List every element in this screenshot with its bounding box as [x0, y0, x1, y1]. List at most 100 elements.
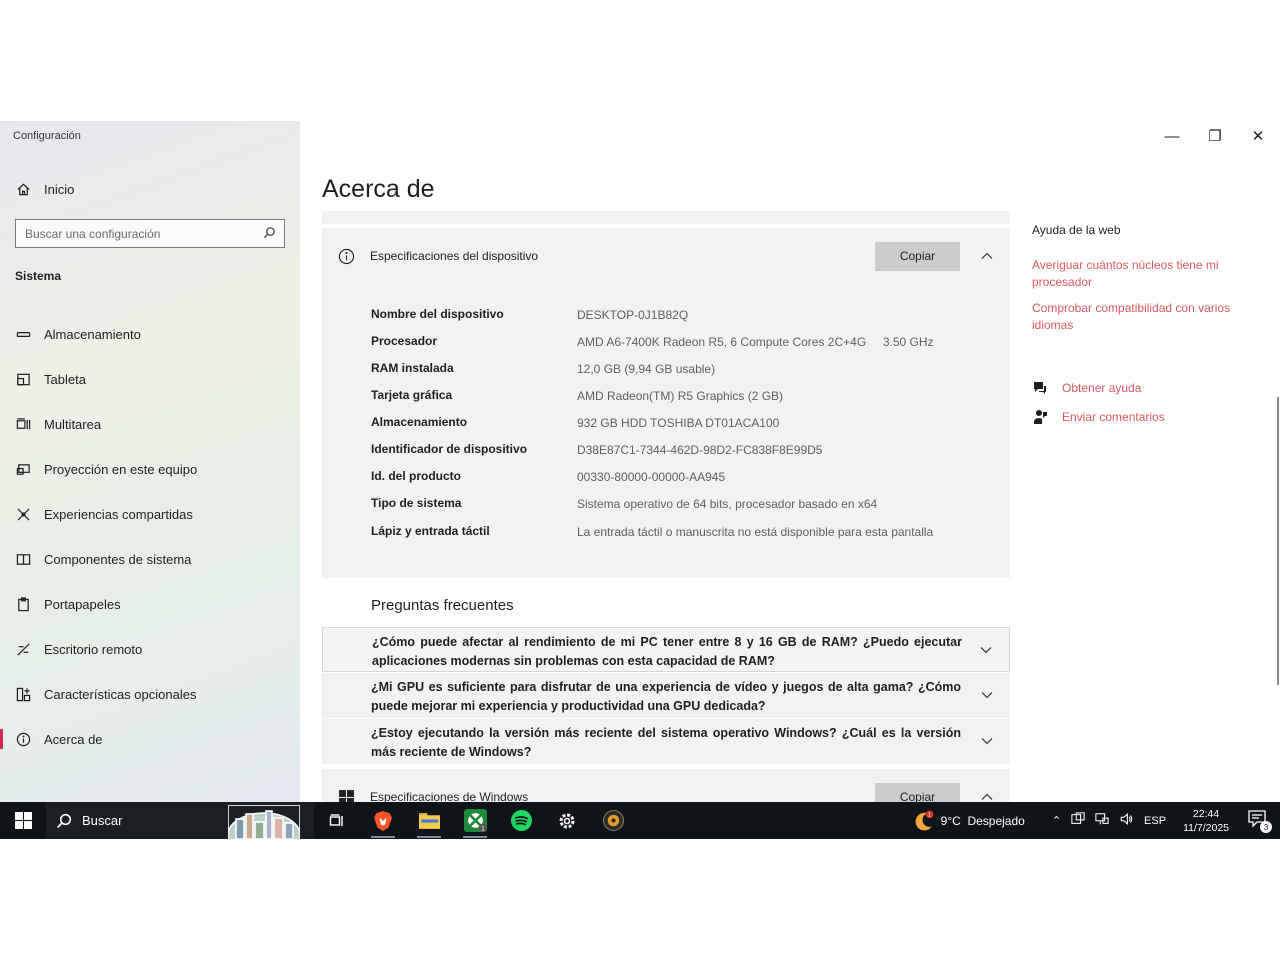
sidebar-item-label: Escritorio remoto	[44, 641, 143, 657]
spec-key: RAM instalada	[371, 361, 454, 375]
minimize-button[interactable]: —	[1152, 125, 1192, 147]
chevron-down-icon	[980, 688, 994, 702]
chevron-up-icon[interactable]: ⌃	[1052, 814, 1061, 827]
sidebar-item-storage[interactable]: Almacenamiento	[0, 319, 300, 349]
multitask-icon	[0, 417, 44, 432]
taskbar-app-spotify[interactable]	[498, 802, 544, 839]
info-icon	[322, 248, 370, 265]
info-icon	[0, 732, 44, 747]
faq-item[interactable]: ¿Estoy ejecutando la versión más recient…	[322, 719, 1010, 764]
spec-row: Procesador AMD A6-7400K Radeon R5, 6 Com…	[371, 334, 971, 351]
restore-button[interactable]: ❐	[1195, 125, 1235, 147]
task-view-button[interactable]	[314, 802, 360, 839]
faq-question: ¿Cómo puede afectar al rendimiento de mi…	[372, 635, 962, 668]
spec-key: Tipo de sistema	[371, 496, 462, 510]
scrollbar[interactable]	[1277, 397, 1279, 685]
sidebar-item-projection[interactable]: Proyección en este equipo	[0, 454, 300, 484]
gear-icon	[559, 813, 575, 828]
volume-icon[interactable]	[1119, 812, 1134, 829]
spec-row: Lápiz y entrada táctil La entrada táctil…	[371, 524, 971, 541]
optional-features-icon	[0, 687, 44, 702]
spec-key: Tarjeta gráfica	[371, 388, 453, 402]
spec-key: Nombre del dispositivo	[371, 307, 504, 321]
app-title: Configuración	[13, 130, 81, 142]
spec-value: La entrada táctil o manuscrita no está d…	[577, 525, 934, 539]
shared-experiences-icon	[0, 507, 44, 522]
help-title: Ayuda de la web	[1032, 223, 1121, 237]
start-button[interactable]	[0, 802, 46, 839]
sidebar-item-multitask[interactable]: Multitarea	[0, 409, 300, 439]
projection-icon	[0, 462, 44, 477]
send-feedback-link[interactable]: Enviar comentarios	[1032, 408, 1165, 426]
help-link-languages[interactable]: Comprobar compatibilidad con varios idio…	[1032, 300, 1262, 334]
nav-home[interactable]: Inicio	[0, 174, 300, 204]
search-icon	[56, 813, 72, 828]
media-player-icon	[602, 810, 624, 831]
search-highlight-icon	[228, 805, 300, 839]
spec-value: AMD A6-7400K Radeon R5, 6 Compute Cores …	[577, 335, 934, 349]
spec-value: 932 GB HDD TOSHIBA DT01ACA100	[577, 416, 780, 430]
spec-row: Tarjeta gráfica AMD Radeon(TM) R5 Graphi…	[371, 388, 971, 405]
taskbar-search[interactable]: Buscar	[46, 802, 314, 839]
taskbar-app-xbox[interactable]: 1	[452, 802, 498, 839]
clipboard-icon	[0, 596, 44, 612]
sidebar-item-tablet[interactable]: Tableta	[0, 364, 300, 394]
get-help-link[interactable]: Obtener ayuda	[1032, 379, 1141, 397]
home-icon	[0, 182, 44, 197]
sidebar-item-about[interactable]: Acerca de	[0, 724, 300, 754]
page-title: Acerca de	[322, 175, 435, 203]
weather-text: 9°C Despejado	[940, 813, 1025, 828]
sidebar-item-remote[interactable]: Escritorio remoto	[0, 634, 300, 664]
spec-key: Lápiz y entrada táctil	[371, 524, 490, 538]
chevron-up-icon[interactable]	[980, 249, 994, 263]
spec-value: 12,0 GB (9,94 GB usable)	[577, 362, 716, 376]
sidebar-item-components[interactable]: Componentes de sistema	[0, 544, 300, 574]
device-specs-title: Especificaciones del dispositivo	[370, 249, 539, 263]
taskbar-app-media[interactable]	[590, 802, 636, 839]
taskbar-clock[interactable]: 22:44 11/7/2025	[1183, 807, 1229, 835]
taskbar-app-settings[interactable]	[544, 802, 590, 839]
settings-search-input[interactable]: Buscar una configuración	[15, 219, 285, 248]
weather-icon: 1	[915, 810, 933, 830]
sidebar-item-shared[interactable]: Experiencias compartidas	[0, 499, 300, 529]
faq-item[interactable]: ¿Mi GPU es suficiente para disfrutar de …	[322, 673, 1010, 718]
xbox-icon: 1	[463, 809, 487, 832]
sidebar-item-clipboard[interactable]: Portapapeles	[0, 589, 300, 619]
desktop-screen: Configuración Inicio Buscar una configur…	[0, 121, 1280, 839]
weather-widget[interactable]: 1 9°C Despejado	[913, 810, 1025, 832]
system-tray: 1 9°C Despejado ⌃ ESP 22:44 11/7/2025 3	[913, 802, 1280, 839]
copy-device-specs-button[interactable]: Copiar	[875, 241, 960, 271]
language-indicator[interactable]: ESP	[1144, 815, 1166, 827]
spotify-icon	[510, 810, 532, 831]
scrolled-section-edge	[322, 211, 1010, 224]
system-components-icon	[0, 552, 44, 567]
search-icon	[263, 226, 276, 242]
spec-key: Procesador	[371, 334, 438, 348]
sidebar-item-optional[interactable]: Características opcionales	[0, 679, 300, 709]
close-button[interactable]: ✕	[1238, 125, 1278, 147]
device-specs-header[interactable]: Especificaciones del dispositivo Copiar	[322, 228, 1010, 284]
storage-icon	[0, 327, 44, 342]
spec-row: RAM instalada 12,0 GB (9,94 GB usable)	[371, 361, 971, 378]
clock-time: 22:44	[1192, 807, 1220, 820]
meet-now-icon[interactable]	[1071, 812, 1085, 829]
tablet-icon	[0, 372, 44, 387]
windows-logo-icon	[14, 812, 32, 829]
taskbar-app-brave[interactable]	[360, 802, 406, 839]
spec-value: 00330-80000-00000-AA945	[577, 470, 726, 484]
sidebar-section-title: Sistema	[15, 269, 62, 283]
notifications-button[interactable]: 3	[1248, 810, 1272, 833]
taskbar-app-file-explorer[interactable]	[406, 802, 452, 839]
faq-item[interactable]: ¿Cómo puede afectar al rendimiento de mi…	[322, 627, 1010, 672]
network-icon[interactable]	[1095, 812, 1109, 829]
spec-key: Id. del producto	[371, 469, 461, 483]
chevron-down-icon	[979, 643, 993, 657]
brave-icon	[374, 810, 392, 831]
chat-help-icon	[1034, 382, 1046, 394]
help-link-cores[interactable]: Averiguar cuántos núcleos tiene mi proce…	[1032, 257, 1262, 291]
settings-sidebar: Configuración Inicio Buscar una configur…	[0, 121, 300, 802]
main-content: — ❐ ✕ Acerca de Especificaciones del dis…	[300, 121, 1280, 825]
sidebar-item-label: Experiencias compartidas	[44, 506, 193, 522]
nav-home-label: Inicio	[44, 181, 75, 197]
clock-date: 11/7/2025	[1183, 821, 1229, 834]
